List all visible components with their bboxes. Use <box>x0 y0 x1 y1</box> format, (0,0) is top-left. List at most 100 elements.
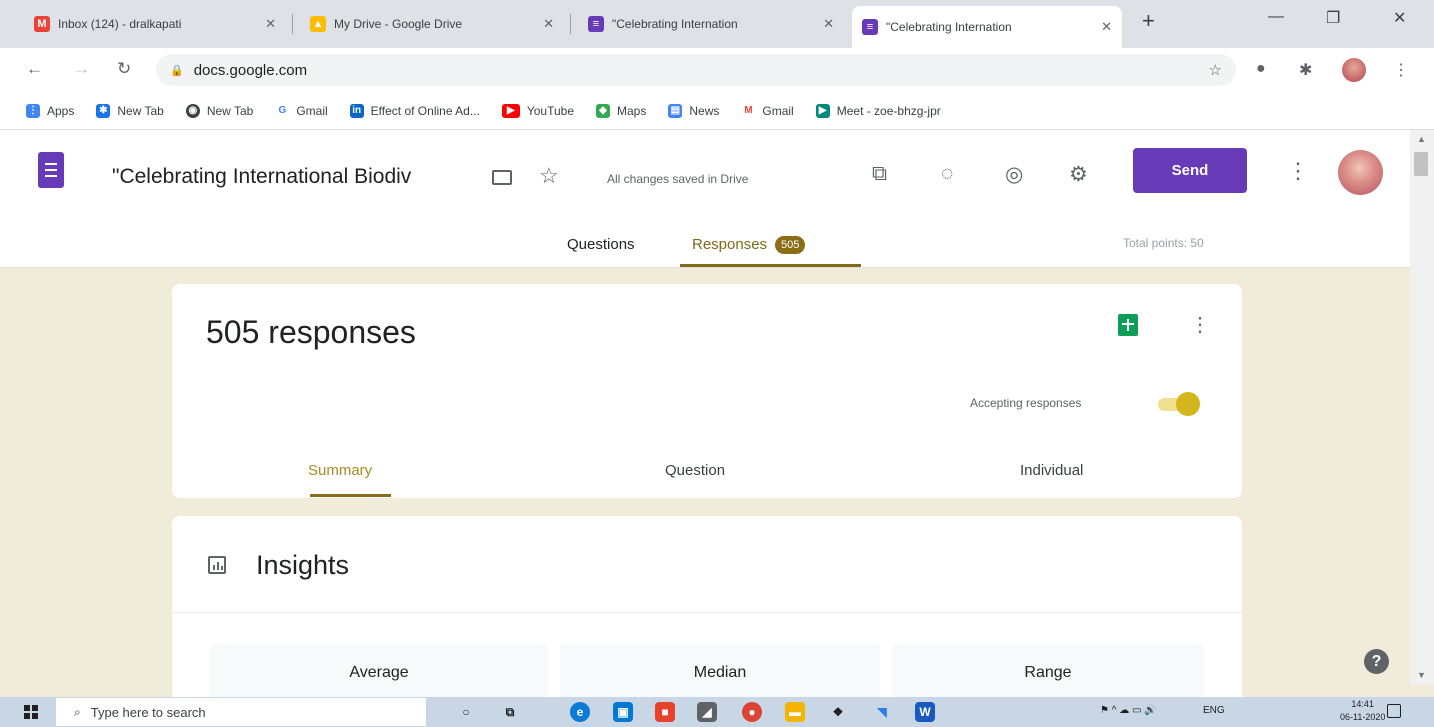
profile-avatar[interactable] <box>1342 58 1366 82</box>
word-icon[interactable]: W <box>915 702 935 722</box>
page-scrollbar[interactable]: ▲ ▼ <box>1410 130 1434 685</box>
dropbox-icon[interactable]: ❖ <box>828 702 848 722</box>
maximize-icon[interactable]: ❐ <box>1326 8 1340 28</box>
extension-icon[interactable]: ● <box>1256 60 1266 78</box>
taskbar-search-input[interactable]: ⌕ Type here to search <box>56 698 426 726</box>
url-text: docs.google.com <box>193 61 308 79</box>
minimize-icon[interactable]: — <box>1268 8 1284 26</box>
forms-icon: ≡ <box>588 16 604 32</box>
folder-icon[interactable] <box>492 170 512 185</box>
sheets-icon[interactable] <box>1118 314 1138 336</box>
subtab-summary[interactable]: Summary <box>308 462 372 479</box>
edge-icon[interactable]: e <box>570 702 590 722</box>
bookmark-label: Gmail <box>762 103 794 118</box>
insights-title: Insights <box>256 550 350 580</box>
preview-eye-icon[interactable]: ◎ <box>1005 162 1023 187</box>
forms-logo-icon[interactable] <box>38 152 64 188</box>
forms-icon: ≡ <box>862 19 878 35</box>
bookmark-youtube[interactable]: ▶ YouTube <box>501 103 574 118</box>
tab-title: "Celebrating Internation <box>612 17 738 31</box>
language-indicator[interactable]: ENG <box>1203 705 1225 716</box>
accepting-responses-toggle[interactable] <box>1158 392 1206 416</box>
tab-responses[interactable]: Responses 505 <box>692 236 806 255</box>
account-avatar[interactable] <box>1338 150 1383 195</box>
file-explorer-icon[interactable]: ▬ <box>785 702 805 722</box>
scroll-up-icon[interactable]: ▲ <box>1417 134 1426 144</box>
app-icon[interactable]: ◢ <box>697 702 717 722</box>
star-icon[interactable]: ☆ <box>539 163 559 189</box>
bookmark-label: Maps <box>617 103 647 118</box>
close-icon[interactable]: ✕ <box>823 16 834 32</box>
bookmark-new-tab-2[interactable]: ◉ New Tab <box>185 103 253 118</box>
tab-separator <box>570 14 571 34</box>
bookmarks-bar: ⋮ Apps ✱ New Tab ◉ New Tab G Gmail in Effect … <box>0 92 1434 130</box>
settings-gear-icon[interactable]: ⚙ <box>1069 162 1088 187</box>
browser-menu-icon[interactable]: ⋮ <box>1393 60 1409 80</box>
navigation-bar: ← → ↻ 🔒 docs.google.com ☆ ● ✱ ⋮ <box>0 48 1434 92</box>
puzzle-icon[interactable]: ✱ <box>1299 60 1312 80</box>
bookmark-meet[interactable]: ▶ Meet - zoe-bhzg-jpr <box>815 103 941 118</box>
tab-forms-active[interactable]: ≡ "Celebrating Internation ✕ <box>852 6 1122 48</box>
forward-icon[interactable]: → <box>73 59 90 79</box>
close-icon[interactable]: ✕ <box>265 16 276 32</box>
office-icon[interactable]: ■ <box>655 702 675 722</box>
news-icon: ▤ <box>668 103 683 118</box>
bookmark-linkedin[interactable]: in Effect of Online Ad... <box>349 103 480 118</box>
tab-forms-1[interactable]: ≡ "Celebrating Internation ✕ <box>578 6 844 42</box>
accepting-responses-label: Accepting responses <box>970 396 1082 410</box>
bookmark-star-icon[interactable]: ☆ <box>1209 61 1222 79</box>
tab-title: "Celebrating Internation <box>886 20 1012 34</box>
tab-google-drive[interactable]: ▲ My Drive - Google Drive ✕ <box>300 6 564 42</box>
subtab-question[interactable]: Question <box>665 462 725 479</box>
close-icon[interactable]: ✕ <box>1101 19 1112 35</box>
app-icon[interactable]: ◥ <box>872 702 892 722</box>
bookmark-label: New Tab <box>117 103 164 118</box>
stat-range: Range <box>892 644 1204 704</box>
google-icon: G <box>275 103 290 118</box>
system-tray-icons[interactable]: ⚑ ^ ☁ ▭ 🔊 <box>1100 705 1157 716</box>
bookmark-news[interactable]: ▤ News <box>668 103 719 118</box>
notifications-icon[interactable] <box>1387 704 1401 718</box>
bookmark-gmail-2[interactable]: M Gmail <box>741 103 794 118</box>
address-bar[interactable]: 🔒 docs.google.com ☆ <box>156 54 1236 86</box>
send-button[interactable]: Send <box>1133 148 1247 193</box>
bookmark-maps[interactable]: ◆ Maps <box>596 103 647 118</box>
subtab-individual[interactable]: Individual <box>1020 462 1083 479</box>
responses-count: 505 responses <box>206 314 416 350</box>
help-icon[interactable]: ? <box>1364 649 1389 674</box>
reload-icon[interactable]: ↻ <box>117 59 131 79</box>
bookmark-apps[interactable]: ⋮ Apps <box>26 103 74 118</box>
total-points: Total points: 50 <box>1123 236 1204 250</box>
addons-icon[interactable]: ⧉ <box>872 162 887 186</box>
bookmark-new-tab[interactable]: ✱ New Tab <box>96 103 164 118</box>
search-icon: ⌕ <box>74 704 81 719</box>
close-icon[interactable]: ✕ <box>543 16 554 32</box>
search-placeholder: Type here to search <box>90 704 206 720</box>
lock-icon[interactable]: 🔒 <box>170 64 184 77</box>
scroll-down-icon[interactable]: ▼ <box>1417 670 1426 680</box>
cortana-icon[interactable]: ○ <box>456 702 476 722</box>
more-options-icon[interactable]: ⋮ <box>1287 158 1309 184</box>
chrome-icon[interactable]: ● <box>742 702 762 722</box>
tab-responses-label: Responses <box>692 236 768 253</box>
youtube-icon: ▶ <box>501 103 520 118</box>
stat-median: Median <box>560 644 880 704</box>
bookmark-label: Gmail <box>296 103 328 118</box>
bookmark-gmail[interactable]: G Gmail <box>275 103 328 118</box>
task-view-icon[interactable]: ⧉ <box>500 702 520 722</box>
close-window-icon[interactable]: ✕ <box>1393 8 1406 28</box>
taskbar-clock[interactable]: 14:41 06-11-2020 <box>1340 698 1385 724</box>
more-options-icon[interactable]: ⋮ <box>1190 312 1210 337</box>
palette-icon[interactable]: ◌ <box>941 162 953 186</box>
form-title[interactable]: "Celebrating International Biodiv <box>112 165 490 189</box>
scroll-thumb[interactable] <box>1414 152 1428 176</box>
new-tab-button[interactable]: + <box>1142 8 1155 34</box>
active-subtab-indicator <box>310 494 391 497</box>
back-icon[interactable]: ← <box>26 59 43 79</box>
insights-card: Insights Average Median Range <box>172 516 1242 716</box>
tab-questions[interactable]: Questions <box>567 236 635 253</box>
windows-start-icon[interactable] <box>24 705 38 719</box>
divider <box>172 612 1242 613</box>
tab-gmail-inbox[interactable]: M Inbox (124) - dralkapati ✕ <box>24 6 286 42</box>
store-icon[interactable]: ▣ <box>613 702 633 722</box>
